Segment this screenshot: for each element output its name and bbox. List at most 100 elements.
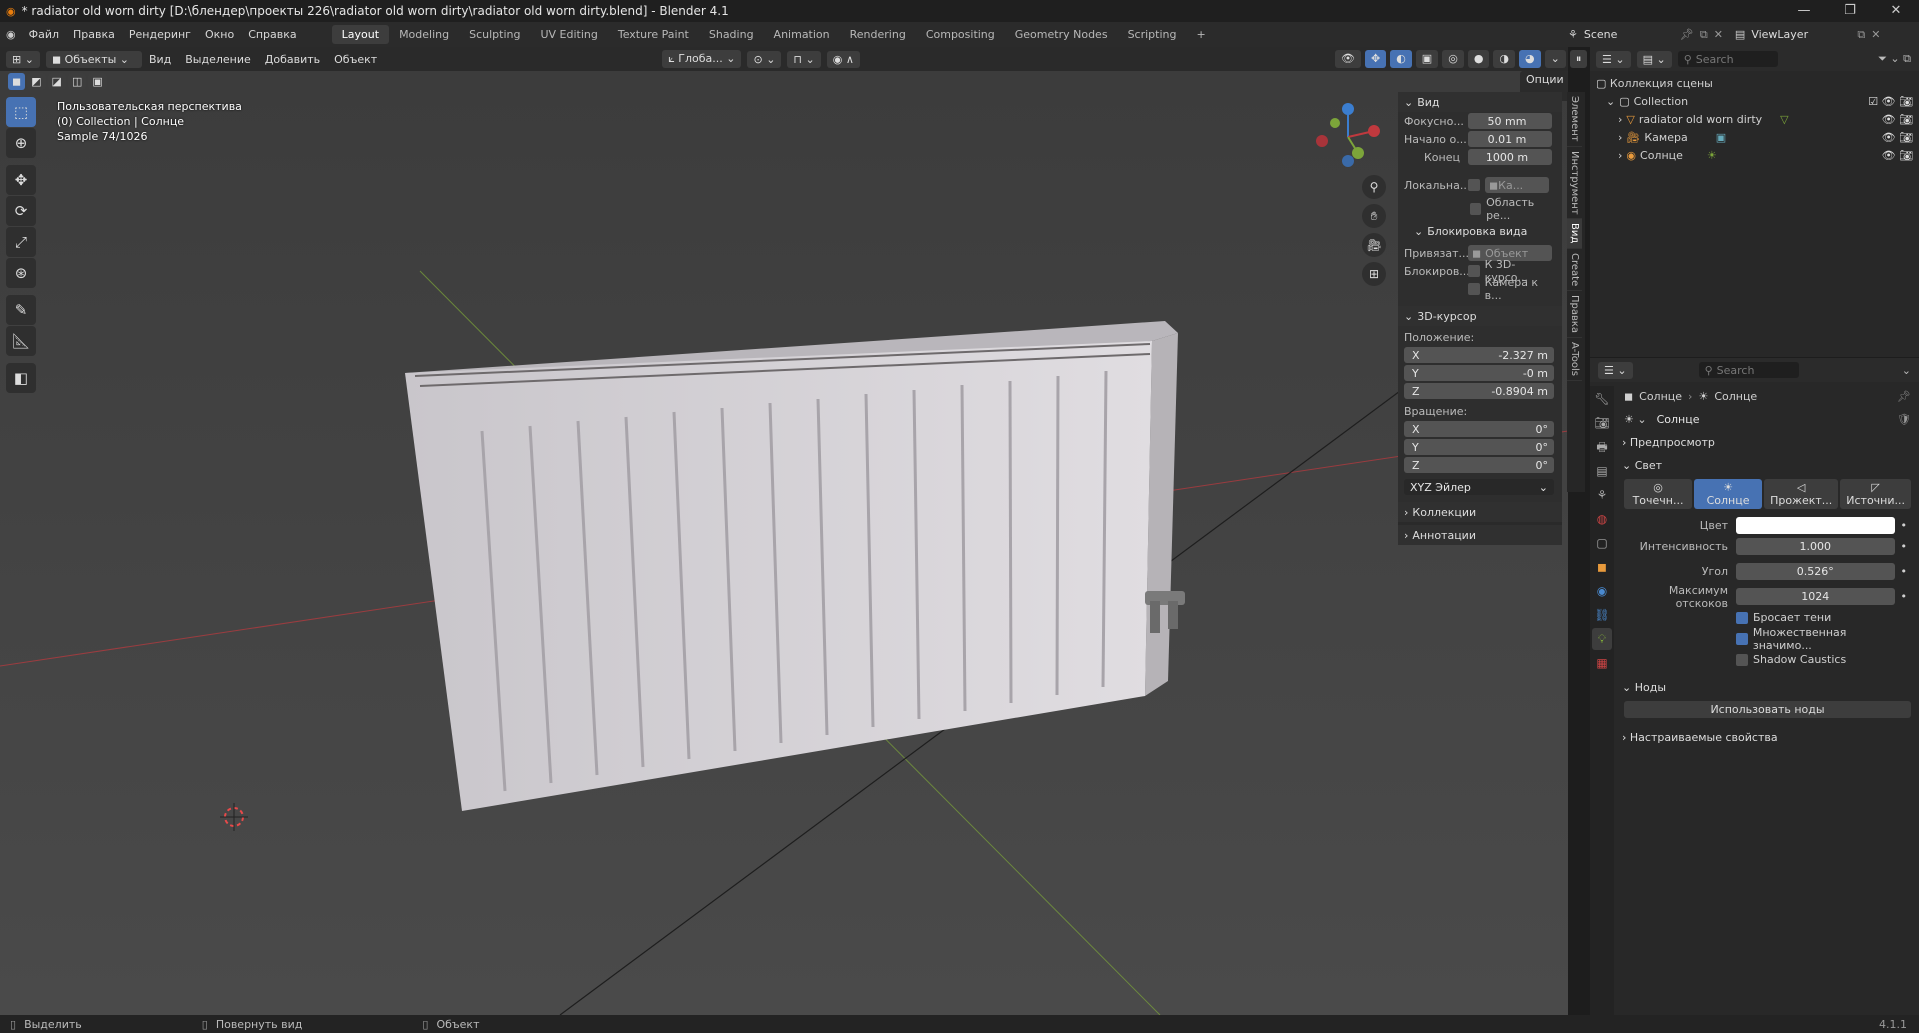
rotation-mode-select[interactable]: XYZ Эйлер ⌄ — [1404, 479, 1554, 495]
color-swatch[interactable] — [1736, 517, 1895, 534]
tab-sculpting[interactable]: Sculpting — [459, 25, 530, 44]
scene-icon[interactable]: ⚘ — [1568, 28, 1578, 41]
fake-user-icon[interactable]: 🛡︎ — [1897, 413, 1911, 426]
annotate-tool-icon[interactable]: ✎ — [6, 295, 36, 325]
keyframe-dot-icon[interactable]: • — [1901, 590, 1908, 603]
zoom-icon[interactable]: ⚲ — [1362, 175, 1386, 199]
multiple-importance-checkbox[interactable] — [1736, 632, 1748, 645]
preview-panel-header[interactable]: › Предпросмотр — [1616, 431, 1919, 454]
menu-file[interactable]: Файл — [22, 28, 66, 41]
snap-toggle[interactable]: ⊓ ⌄ — [787, 50, 821, 68]
scale-tool-icon[interactable]: ⤢ — [6, 227, 36, 257]
select-invert-icon[interactable]: ◫ — [67, 73, 87, 90]
breadcrumb-object[interactable]: Солнце — [1639, 390, 1682, 403]
tab-edit[interactable]: Правка — [1567, 291, 1582, 338]
light-data-properties-icon[interactable]: 💡︎ — [1592, 628, 1612, 650]
tab-view[interactable]: Вид — [1567, 219, 1582, 249]
3d-cursor-section-header[interactable]: ⌄ 3D-курсор — [1398, 306, 1562, 326]
view-menu[interactable]: Вид — [142, 53, 178, 66]
outliner-editor-type[interactable]: ☰ ⌄ — [1596, 50, 1631, 68]
view-layer-close-icon[interactable]: ✕ — [1871, 28, 1880, 41]
tab-shading[interactable]: Shading — [699, 25, 764, 44]
camera-to-view-checkbox[interactable] — [1468, 283, 1480, 295]
menu-edit[interactable]: Правка — [66, 28, 122, 41]
physics-properties-icon[interactable]: ◉ — [1592, 580, 1612, 602]
maximize-button[interactable]: ❐ — [1827, 0, 1873, 22]
view-lock-header[interactable]: Блокировка вида — [1427, 225, 1527, 238]
cast-shadow-checkbox[interactable] — [1736, 611, 1748, 624]
local-camera-value[interactable]: Ка... — [1498, 179, 1523, 192]
view-layer-copy-icon[interactable]: ⧉ — [1857, 28, 1865, 42]
lock-to-cursor-checkbox[interactable] — [1468, 265, 1480, 277]
xray-toggle-icon[interactable]: ▣ — [1415, 50, 1439, 68]
close-button[interactable]: ✕ — [1873, 0, 1919, 22]
keyframe-dot-icon[interactable]: • — [1901, 565, 1908, 578]
view-layer-icon[interactable]: ▤ — [1735, 28, 1745, 41]
world-properties-icon[interactable]: ◍ — [1592, 508, 1612, 530]
tab-scripting[interactable]: Scripting — [1118, 25, 1187, 44]
visibility-icon[interactable]: 👁︎ — [1335, 50, 1361, 68]
select-extend-icon[interactable]: ◩ — [27, 73, 46, 90]
add-workspace-button[interactable]: + — [1186, 25, 1215, 44]
tab-compositing[interactable]: Compositing — [916, 25, 1005, 44]
mode-select[interactable]: ◼ Объекты ⌄ — [45, 50, 142, 68]
outliner-search-input[interactable]: ⚲ Search — [1677, 51, 1778, 67]
clip-end-field[interactable]: 1000 m — [1468, 149, 1552, 165]
overlay-toggle-icon[interactable]: ◐ — [1390, 50, 1412, 68]
add-cube-tool-icon[interactable]: ◧ — [6, 363, 36, 393]
menu-help[interactable]: Справка — [241, 28, 303, 41]
tab-create[interactable]: Create — [1567, 249, 1582, 291]
blender-menu-icon[interactable]: ◉ — [6, 28, 16, 41]
max-bounces-field[interactable]: 1024 — [1736, 588, 1895, 605]
tab-rendering[interactable]: Rendering — [840, 25, 916, 44]
select-new-icon[interactable]: ◼ — [8, 73, 26, 90]
view-layer-properties-icon[interactable]: ▤ — [1592, 460, 1612, 482]
tab-uv-editing[interactable]: UV Editing — [530, 25, 607, 44]
solid-shading-icon[interactable]: ● — [1467, 50, 1490, 68]
light-type-point[interactable]: ◎ Точечн... — [1624, 479, 1693, 509]
light-panel-header[interactable]: ⌄ Свет — [1616, 454, 1919, 477]
outliner-item-camera[interactable]: › 🎥︎ Камера ▣ 👁︎ 📷︎ — [1596, 129, 1913, 147]
light-type-spot[interactable]: ◁ Прожект... — [1764, 479, 1839, 509]
select-intersect-icon[interactable]: ▣ — [88, 73, 107, 90]
light-type-sun[interactable]: ☀ Солнце — [1694, 479, 1763, 509]
sun-visibility-controls[interactable]: 👁︎ 📷︎ — [1882, 147, 1913, 165]
pivot-select[interactable]: ⊙ ⌄ — [747, 50, 782, 68]
pin-properties-icon[interactable]: 📌︎ — [1897, 390, 1911, 403]
tab-a-tools[interactable]: A-Tools — [1567, 338, 1582, 381]
properties-editor-type[interactable]: ☰ ⌄ — [1598, 361, 1633, 379]
collection-visibility-controls[interactable]: ☑ 👁︎ 📷︎ — [1868, 93, 1913, 111]
nodes-panel-header[interactable]: ⌄ Ноды — [1616, 676, 1919, 699]
pause-render-icon[interactable]: ⏸ — [1569, 50, 1588, 68]
copy-icon[interactable]: ⧉ — [1700, 28, 1708, 42]
tab-animation[interactable]: Animation — [764, 25, 840, 44]
texture-properties-icon[interactable]: ▦ — [1592, 652, 1612, 674]
scene-properties-icon[interactable]: ⚘ — [1592, 484, 1612, 506]
close-icon[interactable]: ✕ — [1714, 28, 1723, 41]
local-camera-checkbox[interactable] — [1468, 179, 1480, 191]
transform-tool-icon[interactable]: ⊛ — [6, 258, 36, 288]
gizmo-toggle-icon[interactable]: ✥ — [1364, 50, 1387, 68]
tab-tool[interactable]: Инструмент — [1567, 147, 1582, 220]
light-datablock-name[interactable]: Солнце — [1650, 411, 1894, 427]
cursor-rotation-z[interactable]: Z 0° — [1404, 457, 1554, 473]
tab-geometry-nodes[interactable]: Geometry Nodes — [1005, 25, 1118, 44]
cursor-location-z[interactable]: Z -0.8904 m — [1404, 383, 1554, 399]
pin-icon[interactable]: 📌︎ — [1680, 28, 1694, 41]
shading-options-icon[interactable]: ⌄ — [1544, 50, 1566, 68]
object-properties-icon[interactable]: ◼ — [1592, 556, 1612, 578]
collection-properties-icon[interactable]: ▢ — [1592, 532, 1612, 554]
constraints-properties-icon[interactable]: ⛓︎ — [1592, 604, 1612, 626]
outliner-item-sun[interactable]: › ◉ Солнце ☀ 👁︎ 📷︎ — [1596, 147, 1913, 165]
collection-row[interactable]: ⌄ ▢ Collection ☑ 👁︎ 📷︎ — [1596, 93, 1913, 111]
display-mode-select[interactable]: ▤ ⌄ — [1636, 50, 1672, 68]
annotations-section-header[interactable]: › Аннотации — [1398, 525, 1562, 545]
transform-orientation-select[interactable]: ⟀ Глоба... ⌄ — [662, 50, 742, 68]
outliner-item-radiator[interactable]: › ▽ radiator old worn dirty ▽ 👁︎ 📷︎ — [1596, 111, 1913, 129]
use-nodes-button[interactable]: Использовать ноды — [1624, 701, 1911, 718]
keyframe-dot-icon[interactable]: • — [1901, 540, 1908, 553]
wireframe-shading-icon[interactable]: ◎ — [1442, 50, 1464, 68]
angle-field[interactable]: 0.526° — [1736, 563, 1895, 580]
measure-tool-icon[interactable]: 📐︎ — [6, 326, 36, 356]
object-menu[interactable]: Объект — [327, 53, 384, 66]
